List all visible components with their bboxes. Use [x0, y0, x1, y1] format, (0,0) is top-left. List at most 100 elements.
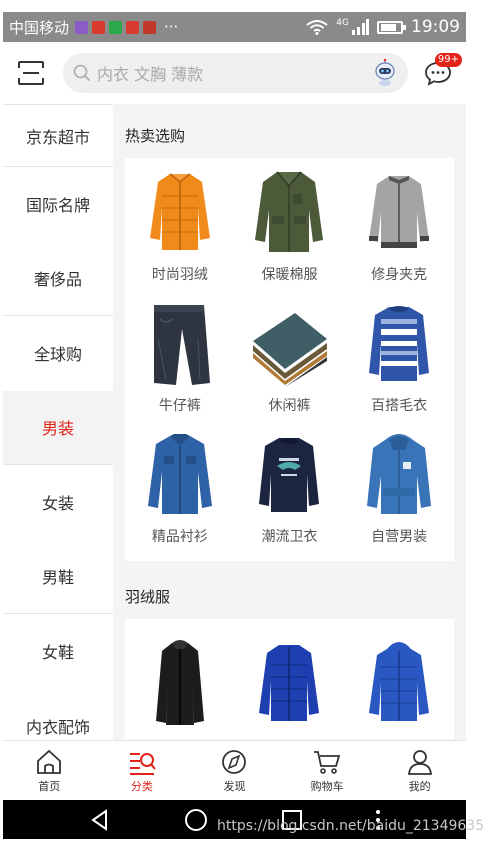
- tab-label: 分类: [130, 779, 153, 793]
- home-icon: [37, 749, 62, 774]
- notification-app-icon: [126, 20, 140, 34]
- messages-button[interactable]: 99+: [420, 53, 462, 91]
- striped-sweater-icon: [369, 306, 430, 381]
- phone-screen: 中国移动 ··· 4G 19:09 内衣 文胸 薄款 99+ 京东超市 国际名牌…: [3, 12, 466, 839]
- sidebar-item-womens-shoes[interactable]: 女鞋: [3, 614, 113, 689]
- sidebar-item-menswear[interactable]: 男装: [3, 390, 113, 465]
- black-long-coat-icon: [155, 640, 204, 725]
- category-item-label: 潮流卫衣: [261, 529, 318, 545]
- navy-sweatshirt-icon: [259, 438, 320, 512]
- clock: 19:09: [411, 17, 460, 37]
- sidebar-item-global-buy[interactable]: 全球购: [3, 316, 113, 391]
- product-item-black-long-coat[interactable]: [125, 637, 235, 739]
- category-item-padded-coat[interactable]: 保暖棉服: [235, 168, 345, 299]
- blue-hoodie-icon: [367, 434, 432, 514]
- blue-puffer-icon: [259, 645, 320, 721]
- category-item-label: 百搭毛衣: [371, 398, 428, 414]
- tab-discover[interactable]: 发现: [188, 741, 281, 800]
- sidebar-item-label: 奢侈品: [33, 270, 82, 290]
- tab-profile[interactable]: 我的: [373, 741, 466, 800]
- category-item-self-operated-menswear[interactable]: 自营男装: [344, 430, 454, 561]
- status-bar: 中国移动 ··· 4G 19:09: [3, 12, 466, 42]
- category-item-shirt[interactable]: 精品衬衫: [125, 430, 235, 561]
- section-title: 羽绒服: [125, 588, 171, 606]
- sidebar-item-underwear-accessories[interactable]: 内衣配饰: [3, 688, 113, 740]
- sidebar-item-label: 京东超市: [25, 127, 90, 147]
- sidebar-item-luxury[interactable]: 奢侈品: [3, 241, 113, 316]
- tab-label: 我的: [408, 779, 431, 793]
- battery-icon: [377, 20, 406, 34]
- notification-app-icon: [75, 20, 89, 34]
- tab-home[interactable]: 首页: [3, 741, 96, 800]
- category-item-label: 修身夹克: [371, 267, 428, 283]
- message-count-badge: 99+: [434, 53, 462, 67]
- sidebar-item-label: 内衣配饰: [25, 717, 90, 737]
- category-item-label: 休闲裤: [268, 398, 311, 414]
- signal-icon: [352, 19, 369, 35]
- back-icon[interactable]: [88, 808, 112, 832]
- category-content: 京东超市 国际名牌 奢侈品 全球购 男装 女装 男鞋 女鞋 内衣配饰 热卖选购: [3, 104, 466, 740]
- scan-button[interactable]: [13, 55, 49, 91]
- category-item-sweater[interactable]: 百搭毛衣: [344, 299, 454, 430]
- cart-icon: [314, 750, 341, 774]
- denim-shirt-icon: [147, 434, 212, 514]
- sidebar-item-label: 女装: [41, 494, 74, 514]
- sidebar-item-womenswear[interactable]: 女装: [3, 465, 113, 540]
- product-item-blue-puffer[interactable]: [235, 637, 345, 739]
- sidebar-item-label: 全球购: [33, 345, 82, 365]
- category-item-jeans[interactable]: 牛仔裤: [125, 299, 235, 430]
- tab-cart[interactable]: 购物车: [281, 741, 374, 800]
- sidebar-item-international-brands[interactable]: 国际名牌: [3, 167, 113, 242]
- category-item-label: 牛仔裤: [158, 398, 201, 414]
- tab-label: 首页: [38, 779, 61, 793]
- tab-label: 发现: [223, 779, 246, 793]
- category-item-label: 时尚羽绒: [151, 267, 208, 283]
- sidebar-item-jd-supermarket[interactable]: 京东超市: [3, 105, 113, 167]
- category-item-down-jacket[interactable]: 时尚羽绒: [125, 168, 235, 299]
- search-icon: [73, 64, 91, 82]
- category-item-sweatshirt[interactable]: 潮流卫衣: [235, 430, 345, 561]
- search-placeholder: 内衣 文胸 薄款: [97, 65, 204, 84]
- grey-jacket-icon: [369, 176, 430, 248]
- tab-label: 购物车: [310, 779, 344, 793]
- watermark-url: https://blog.csdn.net/baidu_21349635: [217, 818, 485, 834]
- category-item-slim-jacket[interactable]: 修身夹克: [344, 168, 454, 299]
- notification-app-icon: [109, 20, 123, 34]
- search-bar[interactable]: 内衣 文胸 薄款: [63, 53, 408, 93]
- sidebar-item-mens-shoes[interactable]: 男鞋: [3, 539, 113, 614]
- carrier-name: 中国移动: [9, 18, 70, 37]
- scan-icon: [18, 61, 44, 85]
- notification-app-icon: [143, 20, 157, 34]
- category-sidebar: 京东超市 国际名牌 奢侈品 全球购 男装 女装 男鞋 女鞋 内衣配饰: [3, 104, 113, 740]
- blue-hooded-puffer-icon: [369, 642, 430, 721]
- category-main-panel: 热卖选购 时尚羽绒 保暖棉服 修身夹克 牛仔裤 休闲裤 百搭毛衣 精品衬衫 潮流…: [113, 104, 466, 740]
- category-icon: [129, 752, 156, 775]
- home-circle-icon[interactable]: [183, 807, 209, 833]
- section-title: 热卖选购: [125, 127, 186, 145]
- tab-category[interactable]: 分类: [96, 741, 189, 800]
- orange-down-jacket-icon: [149, 173, 210, 250]
- sidebar-item-label: 男装: [41, 419, 74, 439]
- green-padded-coat-icon: [255, 171, 324, 252]
- sidebar-item-label: 国际名牌: [25, 196, 90, 216]
- discover-icon: [222, 749, 247, 774]
- down-jacket-section: [125, 619, 454, 739]
- jeans-icon: [153, 305, 210, 385]
- wifi-icon: [306, 20, 328, 35]
- network-type: 4G: [336, 18, 349, 28]
- hot-picks-section: 时尚羽绒 保暖棉服 修身夹克 牛仔裤 休闲裤 百搭毛衣 精品衬衫 潮流卫衣 自营…: [125, 158, 454, 561]
- top-header: 内衣 文胸 薄款 99+: [3, 42, 466, 104]
- sidebar-item-label: 女鞋: [41, 643, 74, 663]
- category-item-label: 自营男装: [371, 529, 428, 545]
- folded-pants-icon: [253, 313, 328, 387]
- category-item-casual-pants[interactable]: 休闲裤: [235, 299, 345, 430]
- robot-mascot-icon[interactable]: [372, 59, 398, 87]
- more-notifications: ···: [164, 18, 179, 36]
- notification-app-icon: [92, 20, 106, 34]
- product-item-blue-hooded-puffer[interactable]: [344, 637, 454, 739]
- sidebar-item-label: 男鞋: [41, 568, 74, 588]
- category-item-label: 精品衬衫: [151, 529, 208, 545]
- category-item-label: 保暖棉服: [261, 267, 318, 283]
- profile-icon: [407, 749, 432, 775]
- bottom-tab-bar: 首页 分类 发现 购物车 我的: [3, 740, 466, 800]
